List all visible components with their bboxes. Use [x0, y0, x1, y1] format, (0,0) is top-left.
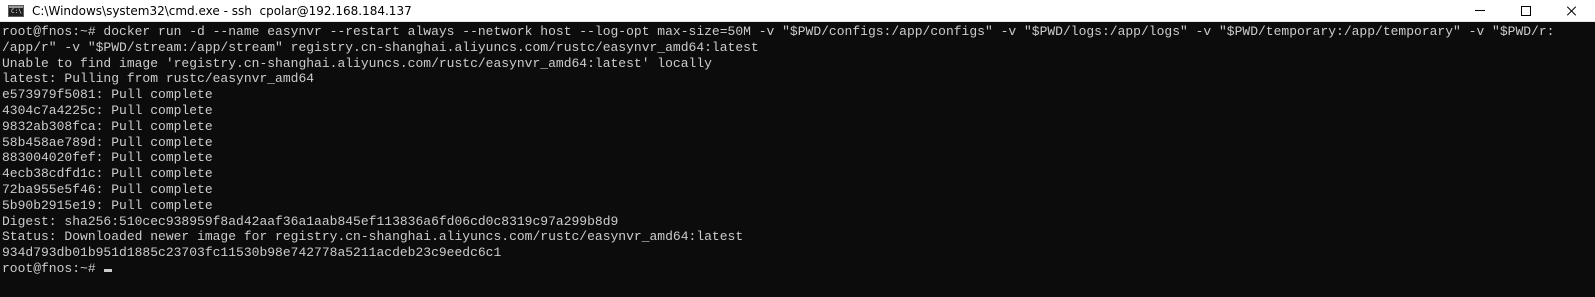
- cmd-icon[interactable]: C:\: [8, 4, 24, 17]
- terminal-line: 9832ab308fca: Pull complete: [2, 118, 213, 134]
- prompt-line[interactable]: root@fnos:~#: [2, 261, 1595, 277]
- maximize-icon: [1521, 5, 1531, 16]
- terminal-output[interactable]: root@fnos:~# docker run -d --name easynv…: [2, 24, 1595, 297]
- terminal-line: Status: Downloaded newer image for regis…: [2, 229, 744, 245]
- terminal-line: 934d793db01b951d1885c23703fc11530b98e742…: [2, 245, 502, 261]
- close-icon: [1567, 6, 1577, 16]
- title-bar[interactable]: C:\ C:\Windows\system32\cmd.exe - ssh cp…: [0, 0, 1595, 22]
- terminal-line: latest: Pulling from rustc/easynvr_amd64: [2, 71, 315, 87]
- maximize-button[interactable]: [1503, 0, 1549, 22]
- terminal-line: 58b458ae789d: Pull complete: [2, 134, 213, 150]
- minimize-icon: [1475, 10, 1485, 11]
- terminal-line: 72ba955e5f46: Pull complete: [2, 181, 213, 197]
- terminal-line: 5b90b2915e19: Pull complete: [2, 197, 213, 213]
- terminal-line: e573979f5081: Pull complete: [2, 87, 213, 103]
- minimize-button[interactable]: [1457, 0, 1503, 22]
- terminal-line: 4304c7a4225c: Pull complete: [2, 102, 213, 118]
- terminal-line: 4ecb38cdfd1c: Pull complete: [2, 166, 213, 182]
- window-title: C:\Windows\system32\cmd.exe - ssh cpolar…: [32, 3, 412, 18]
- terminal-line: /app/r" -v "$PWD/stream:/app/stream" reg…: [2, 39, 759, 55]
- close-button[interactable]: [1549, 0, 1595, 22]
- window-controls: [1457, 0, 1595, 22]
- terminal-line: Unable to find image 'registry.cn-shangh…: [2, 55, 712, 71]
- terminal-window: C:\ C:\Windows\system32\cmd.exe - ssh cp…: [0, 0, 1595, 297]
- terminal-line: Digest: sha256:510cec938959f8ad42aaf36a1…: [2, 213, 619, 229]
- terminal-line: 883004020fef: Pull complete: [2, 150, 213, 166]
- text-cursor: [104, 268, 113, 272]
- terminal-line: root@fnos:~# docker run -d --name easynv…: [2, 24, 1555, 39]
- shell-prompt: root@fnos:~#: [2, 260, 104, 276]
